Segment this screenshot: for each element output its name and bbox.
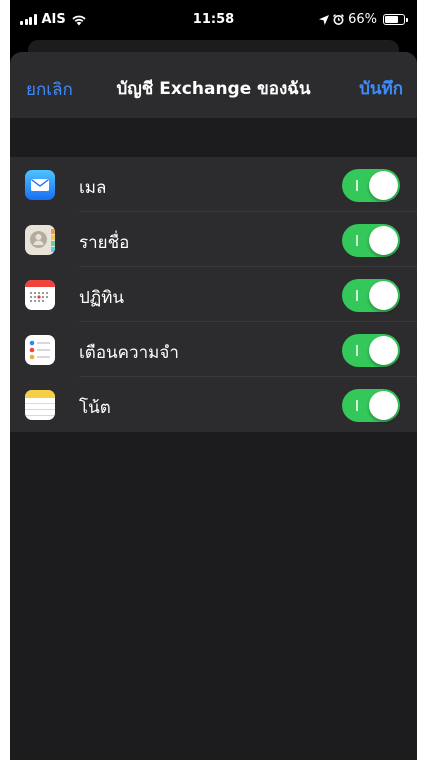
page-title: บัญชี Exchange ของฉัน	[116, 79, 311, 99]
notes-toggle[interactable]	[342, 389, 400, 422]
contacts-icon	[25, 225, 55, 255]
toggle-knob	[369, 226, 398, 255]
list-item-mail: เมล	[10, 157, 417, 212]
toggle-on-mark	[356, 400, 358, 411]
contacts-label: รายชื่อ	[79, 233, 130, 253]
toggle-knob	[369, 336, 398, 365]
battery-icon	[383, 14, 408, 25]
calendar-icon	[25, 280, 55, 310]
mail-toggle[interactable]	[342, 169, 400, 202]
toggle-knob	[369, 281, 398, 310]
mail-icon	[25, 170, 55, 200]
alarm-icon	[333, 14, 345, 25]
save-button[interactable]: บันทึก	[359, 75, 403, 102]
toggle-on-mark	[356, 290, 358, 301]
list-item-contacts: รายชื่อ	[10, 212, 417, 267]
mail-label: เมล	[79, 178, 107, 198]
services-list: เมล รายชื่อ ปฏิทิน เตือนความจำ โน้ต	[10, 157, 417, 432]
location-arrow-icon	[319, 14, 330, 25]
list-item-notes: โน้ต	[10, 377, 417, 432]
status-bar: AIS 11:58 66%	[10, 0, 417, 44]
phone-screen: AIS 11:58 66% ยกเลิก บัญชี Exchange ของฉ…	[10, 0, 417, 760]
battery-percent: 66%	[348, 12, 377, 27]
list-item-calendar: ปฏิทิน	[10, 267, 417, 322]
reminders-icon	[25, 335, 55, 365]
toggle-on-mark	[356, 345, 358, 356]
calendar-label: ปฏิทิน	[79, 288, 125, 308]
toggle-knob	[369, 391, 398, 420]
status-right: 66%	[319, 12, 408, 27]
notes-label: โน้ต	[79, 398, 111, 418]
reminders-toggle[interactable]	[342, 334, 400, 367]
account-sheet: ยกเลิก บัญชี Exchange ของฉัน บันทึก เมล	[10, 52, 417, 760]
list-item-reminders: เตือนความจำ	[10, 322, 417, 377]
toggle-on-mark	[356, 235, 358, 246]
contacts-toggle[interactable]	[342, 224, 400, 257]
toggle-on-mark	[356, 180, 358, 191]
notes-icon	[25, 390, 55, 420]
toggle-knob	[369, 171, 398, 200]
calendar-toggle[interactable]	[342, 279, 400, 312]
reminders-label: เตือนความจำ	[79, 343, 179, 363]
navigation-bar: ยกเลิก บัญชี Exchange ของฉัน บันทึก	[10, 52, 417, 118]
